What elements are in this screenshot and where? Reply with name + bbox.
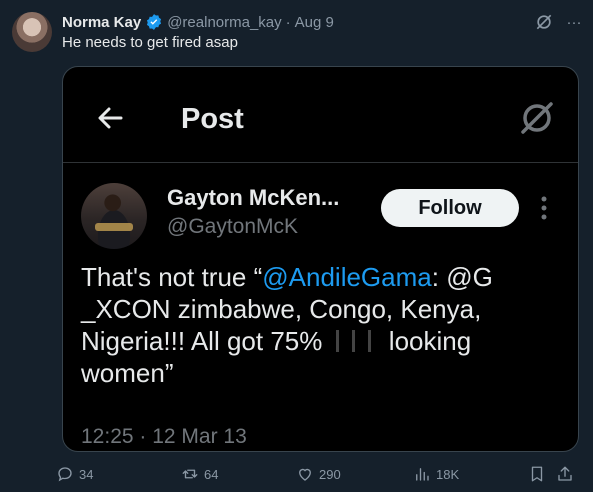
obscured-text bbox=[329, 330, 382, 352]
like-count: 290 bbox=[319, 466, 341, 482]
embedded-body-part1: That's not true “ bbox=[81, 262, 263, 292]
heart-icon bbox=[299, 468, 311, 481]
reply-button[interactable]: 34 bbox=[56, 463, 93, 485]
embedded-mention: @AndileGama bbox=[262, 262, 432, 292]
follow-button: Follow bbox=[381, 189, 519, 227]
embedded-author-handle: @GaytonMcK bbox=[167, 215, 299, 238]
repost-button[interactable]: 64 bbox=[181, 463, 218, 485]
back-arrow-icon bbox=[98, 107, 123, 129]
reply-icon bbox=[58, 467, 72, 482]
tweet: Norma Kay @realnorma_kay · Aug 9 ··· He … bbox=[0, 0, 593, 492]
tweet-header: Norma Kay @realnorma_kay · Aug 9 ··· bbox=[62, 12, 585, 32]
like-button[interactable]: 290 bbox=[296, 463, 341, 485]
grok-icon bbox=[521, 102, 553, 134]
share-button[interactable] bbox=[556, 463, 574, 485]
action-bar: 34 64 290 18K bbox=[56, 463, 586, 485]
view-count: 18K bbox=[436, 466, 460, 482]
bookmark-button[interactable] bbox=[528, 463, 546, 485]
views-button[interactable]: 18K bbox=[413, 463, 459, 485]
header-separator: · bbox=[285, 13, 291, 31]
tweet-text: He needs to get fired asap bbox=[62, 34, 238, 51]
tweet-date[interactable]: Aug 9 bbox=[295, 14, 334, 31]
repost-icon bbox=[182, 469, 198, 479]
embedded-avatar bbox=[81, 183, 147, 249]
embedded-topbar: Post bbox=[63, 67, 578, 163]
more-icon[interactable]: ··· bbox=[563, 11, 585, 33]
embedded-screenshot[interactable]: Post Gayton McKen... @GaytonMcK Follow T… bbox=[62, 66, 579, 452]
share-icon bbox=[558, 466, 572, 481]
author-name[interactable]: Norma Kay bbox=[62, 14, 141, 31]
embedded-body: That's not true “@AndileGama: @G _XCON z… bbox=[81, 261, 561, 389]
avatar[interactable] bbox=[12, 12, 52, 52]
bookmark-icon bbox=[531, 466, 543, 482]
embedded-title: Post bbox=[181, 103, 244, 135]
verified-badge-icon bbox=[145, 13, 163, 31]
grok-icon[interactable] bbox=[533, 11, 555, 33]
author-handle[interactable]: @realnorma_kay bbox=[167, 14, 281, 31]
embedded-timestamp: 12:25 · 12 Mar 13 bbox=[81, 425, 247, 448]
reply-count: 34 bbox=[79, 466, 94, 482]
embedded-author-name: Gayton McKen... bbox=[167, 185, 340, 210]
header-actions: ··· bbox=[533, 11, 585, 33]
views-chart-icon bbox=[416, 468, 429, 481]
kebab-menu-icon bbox=[541, 196, 547, 220]
repost-count: 64 bbox=[204, 466, 219, 482]
